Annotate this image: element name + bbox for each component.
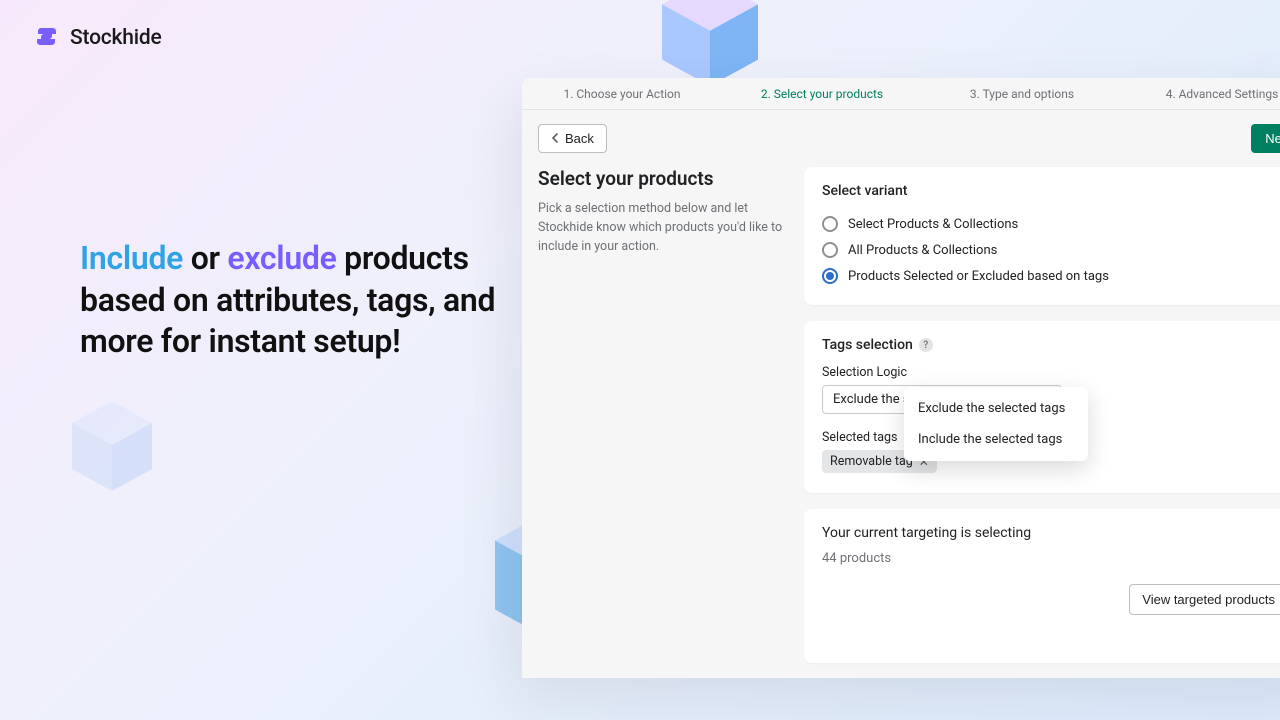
marketing-headline: Include or exclude products based on att…: [80, 238, 500, 363]
dropdown-option-include[interactable]: Include the selected tags: [904, 424, 1088, 455]
chevron-left-icon: [551, 131, 559, 146]
content-intro: Select your products Pick a selection me…: [538, 167, 784, 663]
logo-text: Stockhide: [70, 26, 162, 50]
card-tags-selection: Tags selection ? Selection Logic Exclude…: [804, 321, 1280, 493]
card-select-variant: Select variant Select Products & Collect…: [804, 167, 1280, 305]
step-3[interactable]: 3. Type and options: [922, 79, 1122, 109]
card-targeting: Your current targeting is selecting 44 p…: [804, 509, 1280, 663]
step-1[interactable]: 1. Choose your Action: [522, 79, 722, 109]
radio-by-tags[interactable]: Products Selected or Excluded based on t…: [822, 263, 1280, 289]
page-description: Pick a selection method below and let St…: [538, 200, 784, 256]
logo-icon: [34, 24, 62, 52]
toolbar: Back Next: [522, 110, 1280, 167]
app-panel: 1. Choose your Action 2. Select your pro…: [522, 78, 1280, 678]
next-button[interactable]: Next: [1251, 124, 1280, 153]
variant-title: Select variant: [822, 183, 1280, 199]
help-icon[interactable]: ?: [919, 338, 933, 352]
targeting-title: Your current targeting is selecting: [822, 525, 1280, 541]
page-title: Select your products: [538, 167, 784, 190]
step-2[interactable]: 2. Select your products: [722, 79, 922, 109]
selection-logic-dropdown: Exclude the selected tags Include the se…: [904, 387, 1088, 461]
tags-title: Tags selection ?: [822, 337, 1280, 353]
headline-exclude: exclude: [227, 239, 336, 277]
radio-icon: [822, 268, 838, 284]
radio-select-products[interactable]: Select Products & Collections: [822, 211, 1280, 237]
headline-include: Include: [80, 239, 183, 277]
selection-logic-label: Selection Logic: [822, 365, 1280, 380]
cube-decoration-left: [62, 396, 162, 496]
dropdown-option-exclude[interactable]: Exclude the selected tags: [904, 393, 1088, 424]
view-targeted-button[interactable]: View targeted products: [1129, 584, 1280, 615]
radio-icon: [822, 242, 838, 258]
radio-icon: [822, 216, 838, 232]
back-button[interactable]: Back: [538, 124, 607, 153]
radio-all-products[interactable]: All Products & Collections: [822, 237, 1280, 263]
targeting-count: 44 products: [822, 551, 1280, 566]
logo: Stockhide: [34, 24, 162, 52]
step-4[interactable]: 4. Advanced Settings: [1122, 79, 1280, 109]
stepper: 1. Choose your Action 2. Select your pro…: [522, 78, 1280, 110]
